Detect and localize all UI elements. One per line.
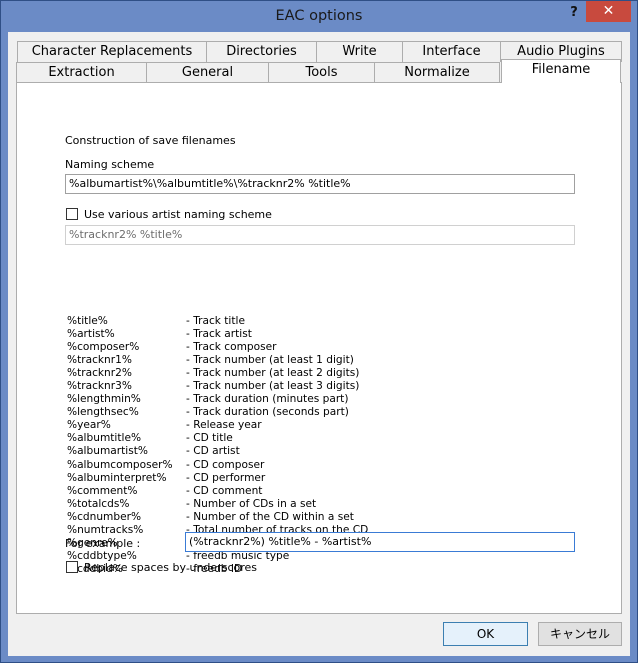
replace-spaces-checkbox[interactable] [66, 561, 78, 573]
replace-spaces-label[interactable]: Replace spaces by underscores [84, 561, 257, 574]
section-title: Construction of save filenames [65, 134, 236, 147]
options-window: EAC options ? ✕ Character Replacements D… [0, 0, 638, 663]
variable-description: - Number of CDs in a set [186, 497, 317, 510]
dialog-client-area: Character Replacements Directories Write… [8, 32, 630, 656]
tab-extraction[interactable]: Extraction [16, 62, 147, 83]
variable-name: %lengthmin% [67, 393, 141, 406]
variable-name: %tracknr3% [67, 380, 132, 393]
close-icon: ✕ [602, 3, 615, 19]
variable-name: %albuminterpret% [67, 471, 167, 484]
tab-tools[interactable]: Tools [268, 62, 375, 83]
various-artist-checkbox[interactable] [66, 208, 78, 220]
close-button[interactable]: ✕ [586, 1, 631, 22]
variable-description: - Track duration (seconds part) [186, 406, 349, 419]
variable-description: - CD artist [186, 445, 240, 458]
variable-description: - Track number (at least 3 digits) [186, 380, 360, 393]
variable-name: %lengthsec% [67, 406, 139, 419]
variable-name: %composer% [67, 341, 140, 354]
variable-description: - CD composer [186, 458, 265, 471]
variable-name: %numtracks% [67, 523, 144, 536]
variable-name: %comment% [67, 484, 138, 497]
variable-description: - Track duration (minutes part) [186, 393, 349, 406]
various-artist-input[interactable]: %tracknr2% %title% [65, 225, 575, 245]
variable-description: - CD comment [186, 484, 263, 497]
example-output: (%tracknr2%) %title% - %artist% [185, 532, 575, 552]
variable-name: %tracknr1% [67, 354, 132, 367]
window-title: EAC options [275, 8, 363, 24]
variable-name: %totalcds% [67, 497, 130, 510]
variable-name: %albumtitle% [67, 432, 142, 445]
variable-description: - CD performer [186, 471, 266, 484]
variable-description: - Track number (at least 1 digit) [186, 354, 354, 367]
cancel-button[interactable]: キャンセル [538, 622, 622, 646]
variable-name: %tracknr2% [67, 367, 132, 380]
ok-button[interactable]: OK [443, 622, 528, 646]
tab-character-replacements[interactable]: Character Replacements [17, 41, 207, 62]
naming-scheme-label: Naming scheme [65, 158, 155, 171]
tab-write[interactable]: Write [316, 41, 403, 62]
variable-name: %cdnumber% [67, 510, 142, 523]
title-bar[interactable]: EAC options ? ✕ [1, 1, 637, 33]
variable-name: %title% [67, 315, 108, 327]
variable-name: %albumartist% [67, 445, 148, 458]
variable-description: - Track title [186, 315, 245, 327]
tab-normalize[interactable]: Normalize [374, 62, 500, 83]
variable-name: %artist% [67, 328, 115, 341]
help-button[interactable]: ? [561, 4, 587, 22]
filename-panel: Construction of save filenames Naming sc… [16, 82, 622, 614]
various-artist-label[interactable]: Use various artist naming scheme [84, 208, 272, 221]
example-label: For example : [65, 537, 141, 550]
variable-description: - Number of the CD within a set [186, 510, 354, 523]
variable-description: - Release year [186, 419, 262, 432]
tab-directories[interactable]: Directories [206, 41, 317, 62]
variable-name: %albumcomposer% [67, 458, 173, 471]
variable-description: - Track artist [186, 328, 252, 341]
tab-interface[interactable]: Interface [402, 41, 501, 62]
variable-name: %year% [67, 419, 111, 432]
tab-filename[interactable]: Filename [501, 59, 621, 83]
tab-general[interactable]: General [146, 62, 269, 83]
variable-description: - CD title [186, 432, 233, 445]
variable-description: - Track number (at least 2 digits) [186, 367, 360, 380]
variable-description: - Track composer [186, 341, 277, 354]
naming-scheme-input[interactable]: %albumartist%\%albumtitle%\%tracknr2% %t… [65, 174, 575, 194]
